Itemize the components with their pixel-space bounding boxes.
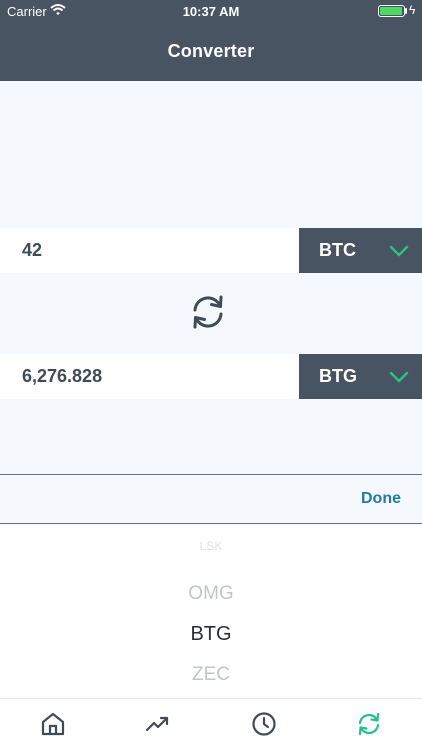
picker-option-selected[interactable]: BTG <box>0 623 422 646</box>
to-currency-selector[interactable]: BTG <box>299 354 422 399</box>
from-amount-input[interactable]: 42 <box>22 240 42 261</box>
picker-option[interactable]: LSK <box>0 539 422 553</box>
clock-icon[interactable] <box>251 711 277 737</box>
convert-icon[interactable] <box>356 711 382 737</box>
picker-option[interactable]: ZEC <box>0 664 422 686</box>
to-amount-value: 6,276.828 <box>22 366 103 386</box>
from-currency-selector[interactable]: BTC <box>299 228 422 273</box>
status-time: 10:37 AM <box>182 4 240 19</box>
battery-icon: ϟ <box>378 3 415 17</box>
from-currency-label: BTC <box>319 240 356 260</box>
nav-header: Carrier 10:37 AM ϟ Converter <box>0 0 422 81</box>
chevron-down-icon <box>389 371 409 383</box>
currency-picker[interactable]: LSK OMG BTG ZEC <box>0 525 422 698</box>
status-bar: Carrier 10:37 AM ϟ <box>0 0 422 22</box>
done-button[interactable]: Done <box>361 490 401 508</box>
picker-option[interactable]: OMG <box>0 583 422 605</box>
from-amount-row: 42 BTC <box>0 228 422 273</box>
tab-bar <box>0 698 422 750</box>
chevron-down-icon <box>389 245 409 257</box>
home-icon[interactable] <box>40 711 66 737</box>
swap-icon[interactable] <box>189 293 227 331</box>
picker-toolbar: Done <box>0 474 422 524</box>
trending-icon[interactable] <box>145 711 171 737</box>
to-currency-label: BTG <box>319 366 357 386</box>
to-amount-row: 6,276.828 BTG <box>0 354 422 399</box>
page-title: Converter <box>167 41 255 61</box>
